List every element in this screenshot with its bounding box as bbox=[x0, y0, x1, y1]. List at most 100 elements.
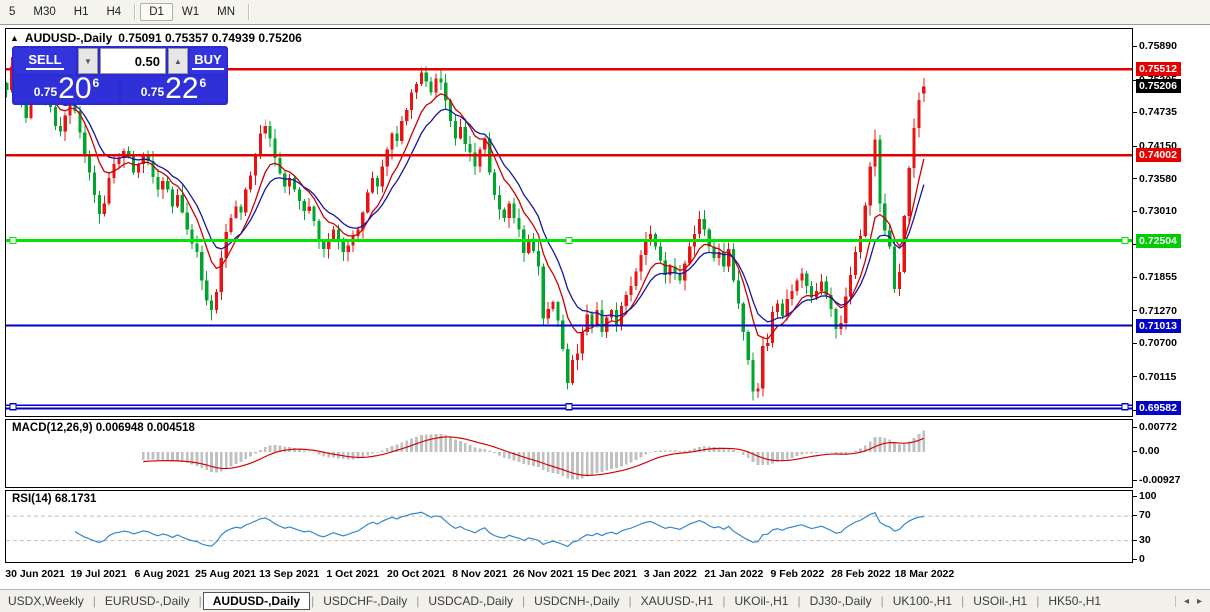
horizontal-line[interactable] bbox=[6, 236, 1132, 245]
volume-increase-button[interactable]: ▲ bbox=[168, 48, 188, 74]
chart-title-ohlc: 0.75091 0.75357 0.74939 0.75206 bbox=[118, 31, 302, 45]
sell-price-main: 20 bbox=[58, 72, 92, 105]
rsi-label: RSI(14) 68.1731 bbox=[12, 493, 97, 505]
symbol-tab-hk50[interactable]: HK50-,H1 bbox=[1040, 593, 1109, 609]
line-handle[interactable] bbox=[9, 236, 17, 245]
tab-scroll-controls: ◂ ▸ bbox=[1174, 595, 1210, 607]
date-label: 9 Feb 2022 bbox=[770, 568, 825, 580]
current-price-badge: 0.75206 bbox=[1136, 79, 1181, 93]
date-label: 26 Nov 2021 bbox=[512, 568, 574, 580]
symbol-tab-usdchf[interactable]: USDCHF-,Daily bbox=[315, 593, 415, 609]
tick-mark bbox=[1133, 210, 1137, 212]
candles bbox=[6, 57, 926, 401]
macd-tick: 0.00 bbox=[1133, 445, 1159, 458]
symbol-tab-eurusd[interactable]: EURUSD-,Daily bbox=[97, 593, 198, 609]
symbol-tab-usoil[interactable]: USOil-,H1 bbox=[965, 593, 1035, 609]
tab-scroll-left-icon[interactable]: ◂ bbox=[1184, 596, 1189, 607]
symbol-tab-xauusd[interactable]: XAUUSD-,H1 bbox=[633, 593, 722, 609]
buy-price-prefix: 0.75 bbox=[140, 85, 165, 99]
date-label: 8 Nov 2021 bbox=[452, 568, 508, 580]
symbol-tab-audusd[interactable]: AUDUSD-,Daily bbox=[202, 592, 311, 610]
date-label: 25 Aug 2021 bbox=[195, 568, 257, 580]
rsi-pane[interactable] bbox=[5, 490, 1133, 563]
symbol-tab-usdx[interactable]: USDX,Weekly bbox=[0, 593, 92, 609]
timeframe-button-h4[interactable]: H4 bbox=[97, 3, 130, 21]
title-collapse-icon[interactable]: ▲ bbox=[10, 33, 19, 43]
symbol-tab-dj30[interactable]: DJ30-,Daily bbox=[802, 593, 880, 609]
date-label: 13 Sep 2021 bbox=[259, 568, 320, 580]
price-tick: 0.71855 bbox=[1133, 271, 1177, 284]
tick-mark bbox=[1133, 178, 1137, 180]
timeframe-button-w1[interactable]: W1 bbox=[173, 3, 208, 21]
line-handle[interactable] bbox=[565, 236, 573, 245]
timeframe-button-d1[interactable]: D1 bbox=[140, 3, 173, 21]
horizontal-line[interactable] bbox=[6, 403, 1132, 411]
level-price-badge: 0.75512 bbox=[1136, 61, 1181, 76]
tick-mark bbox=[1133, 496, 1137, 498]
date-label: 19 Jul 2021 bbox=[70, 568, 127, 580]
level-price-badge: 0.74002 bbox=[1136, 147, 1181, 162]
sell-price-prefix: 0.75 bbox=[33, 85, 58, 99]
price-tick: 0.73010 bbox=[1133, 205, 1177, 218]
date-label: 21 Jan 2022 bbox=[704, 568, 764, 580]
buy-button[interactable]: BUY bbox=[190, 48, 226, 74]
symbol-tab-usdcnh[interactable]: USDCNH-,Daily bbox=[526, 593, 627, 609]
sell-price-box[interactable]: 0.75 20 6 bbox=[14, 72, 119, 105]
toolbar-separator bbox=[134, 4, 137, 20]
date-label: 6 Aug 2021 bbox=[134, 568, 190, 580]
macd-label: MACD(12,26,9) 0.006948 0.004518 bbox=[12, 422, 195, 434]
spin-up-icon: ▲ bbox=[174, 56, 182, 66]
price-tick: 0.73580 bbox=[1133, 173, 1177, 186]
tick-mark bbox=[1133, 479, 1137, 481]
tick-mark bbox=[1133, 276, 1137, 278]
symbol-tab-usdcad[interactable]: USDCAD-,Daily bbox=[420, 593, 521, 609]
date-label: 28 Feb 2022 bbox=[831, 568, 891, 580]
buy-price-box[interactable]: 0.75 22 6 bbox=[121, 72, 226, 105]
ma-slow-line bbox=[20, 86, 925, 323]
timeframe-button-mn[interactable]: MN bbox=[208, 3, 244, 21]
line-handle[interactable] bbox=[9, 403, 17, 411]
tick-mark bbox=[1133, 427, 1137, 429]
line-handle[interactable] bbox=[565, 403, 573, 411]
tab-scroll-right-icon[interactable]: ▸ bbox=[1197, 596, 1202, 607]
timeframe-button-h1[interactable]: H1 bbox=[65, 3, 98, 21]
chart-title-symbol: AUDUSD-,Daily bbox=[24, 31, 113, 45]
volume-decrease-button[interactable]: ▼ bbox=[78, 48, 98, 74]
date-label: 15 Dec 2021 bbox=[576, 568, 637, 580]
chart-title: ▲ AUDUSD-,Daily 0.75091 0.75357 0.74939 … bbox=[10, 31, 302, 45]
volume-input[interactable] bbox=[100, 48, 166, 74]
chart-window: ▲ AUDUSD-,Daily 0.75091 0.75357 0.74939 … bbox=[0, 25, 1210, 612]
rsi-tick: 30 bbox=[1133, 534, 1151, 547]
tick-mark bbox=[1133, 559, 1137, 561]
macd-histogram bbox=[141, 430, 926, 480]
date-label: 30 Jun 2021 bbox=[5, 568, 65, 580]
date-label: 20 Oct 2021 bbox=[387, 568, 446, 580]
buy-price-main: 22 bbox=[165, 72, 199, 105]
date-axis[interactable]: 30 Jun 2021 19 Jul 2021 6 Aug 2021 25 Aug 2… bbox=[5, 566, 1133, 583]
macd-tick: -0.00927 bbox=[1133, 474, 1180, 487]
timeframe-button-m30[interactable]: M30 bbox=[24, 3, 64, 21]
level-price-badge: 0.71013 bbox=[1136, 318, 1181, 333]
symbol-tab-ukoil[interactable]: UKOil-,H1 bbox=[726, 593, 796, 609]
buy-button-label: BUY bbox=[192, 52, 224, 70]
toolbar-separator bbox=[248, 4, 251, 20]
tick-mark bbox=[1133, 540, 1137, 542]
sell-button[interactable]: SELL bbox=[14, 48, 76, 74]
tick-mark bbox=[1133, 46, 1137, 48]
level-price-badge: 0.69582 bbox=[1136, 400, 1181, 415]
line-handle[interactable] bbox=[1121, 236, 1129, 245]
price-tick: 0.71270 bbox=[1133, 305, 1177, 318]
tick-mark bbox=[1133, 515, 1137, 517]
line-handle[interactable] bbox=[1121, 403, 1129, 411]
spin-down-icon: ▼ bbox=[84, 56, 92, 66]
timeframe-button-5[interactable]: 5 bbox=[0, 3, 24, 21]
tick-mark bbox=[1133, 342, 1137, 344]
tick-mark bbox=[1133, 451, 1137, 453]
tick-mark bbox=[1133, 376, 1137, 378]
price-axis[interactable]: 0.758900.753050.747350.741500.735800.730… bbox=[1133, 28, 1210, 565]
date-label: 3 Jan 2022 bbox=[643, 568, 697, 580]
sell-button-label: SELL bbox=[26, 52, 64, 70]
rsi-tick: 70 bbox=[1133, 509, 1151, 522]
date-label: 1 Oct 2021 bbox=[326, 568, 379, 580]
symbol-tab-uk100[interactable]: UK100-,H1 bbox=[885, 593, 960, 609]
